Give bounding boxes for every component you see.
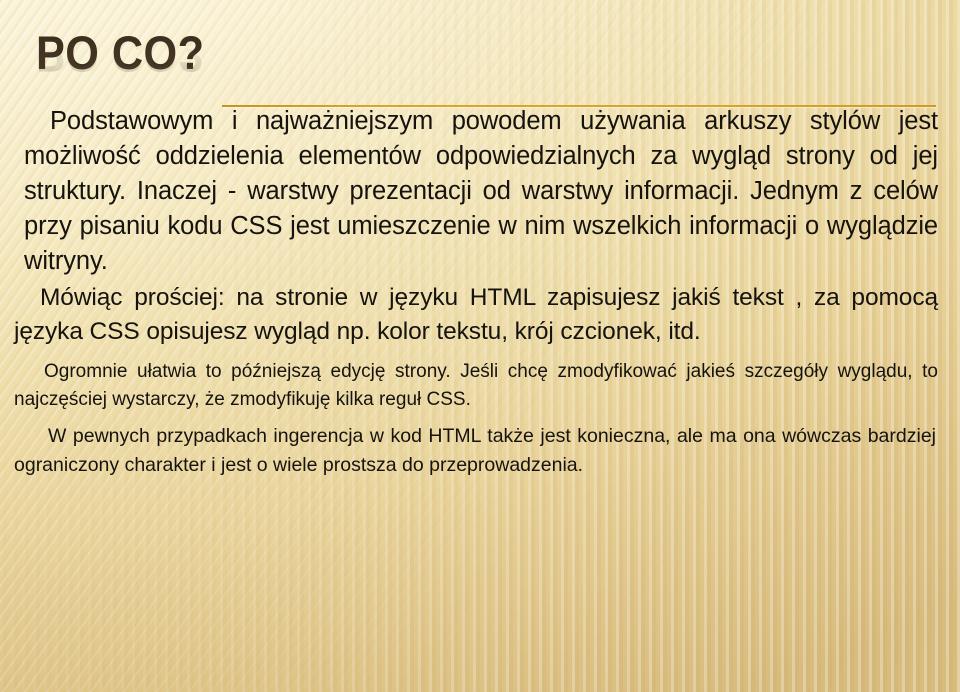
paragraph-2-text: Mówiąc prościej: na stronie w języku HTM… [14,284,938,345]
body-paragraph-3: Ogromnie ułatwia to późniejszą edycję st… [0,358,960,414]
slide-title: PO CO? [36,26,205,79]
slide-body: Podstawowym i najważniejszym powodem uży… [0,104,960,480]
body-paragraph-2: Mówiąc prościej: na stronie w języku HTM… [0,281,960,349]
body-paragraph-1: Podstawowym i najważniejszym powodem uży… [0,104,960,279]
paragraph-4-text: W pewnych przypadkach ingerencja w kod H… [14,425,936,476]
slide-title-block: PO CO? PO CO? [36,26,936,107]
paragraph-3-text: Ogromnie ułatwia to późniejszą edycję st… [14,361,938,410]
body-paragraph-4: W pewnych przypadkach ingerencja w kod H… [0,422,960,480]
slide: PO CO? PO CO? Podstawowym i najważniejsz… [0,0,960,692]
paragraph-1-text: Podstawowym i najważniejszym powodem uży… [24,107,938,275]
